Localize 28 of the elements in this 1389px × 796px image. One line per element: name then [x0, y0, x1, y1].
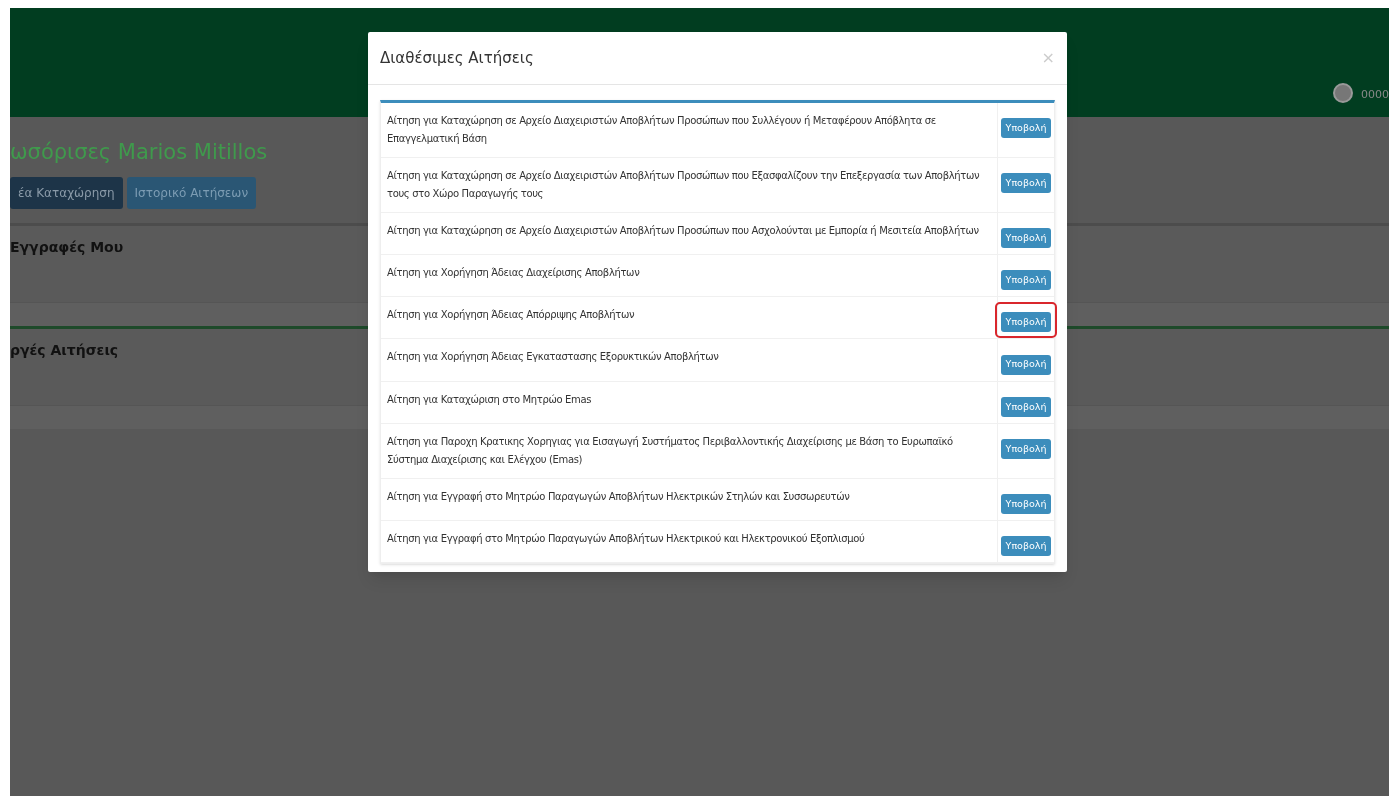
user-id: 0000 [1361, 86, 1389, 103]
request-name: Αίτηση για Καταχώρηση σε Αρχείο Διαχειριστών Αποβλήτων Προσώπων που Συλλέγουν ή Μεταφέρουν Απόβλητα σε Επαγγελματική Βάση [387, 114, 937, 146]
submit-button[interactable]: Υποβολή [1000, 535, 1052, 556]
request-name: Αίτηση για Εγγραφή στο Μητρώο Παραγωγών Αποβλήτων Ηλεκτρικών Στηλών και Συσσωρευτών [387, 489, 851, 504]
submit-button[interactable]: Υποβολή [1000, 354, 1052, 375]
request-name: Αίτηση για Εγγραφή στο Μητρώο Παραγωγών Αποβλήτων Ηλεκτρικού και Ηλεκτρονικού Εξοπλισμού [387, 531, 866, 546]
user-avatar-icon [1333, 83, 1353, 103]
request-name: Αίτηση για Καταχώρηση σε Αρχείο Διαχειριστών Αποβλήτων Προσώπων που Ασχολούνται με Εμπορία ή Μεσιτεία Αποβλήτων [387, 224, 980, 238]
submit-button[interactable]: Υποβολή [1000, 493, 1052, 514]
section-title: ργές Αιτήσεις [10, 341, 119, 359]
request-name: Αίτηση για Παροχη Κρατικης Χορηγιας για Εισαγωγή Συστήματος Περιβαλλοντικής Διαχείρισης με Βάση το Ευρωπαϊκό Σύστημα Διαχείρισης και Ελέγχου (Emas) [387, 434, 954, 467]
request-name: Αίτηση για Καταχώρηση σε Αρχείο Διαχειριστών Αποβλήτων Προσώπων που Εξασφαλίζουν την Επεξεργασία των Αποβλήτων τους στο Χώρο Παραγωγής τους [387, 169, 981, 201]
submit-button[interactable]: Υποβολή [1000, 173, 1052, 194]
request-name: Αίτηση για Καταχώριση στο Μητρώο Emas [387, 392, 593, 407]
section-title: Εγγραφές Μου [10, 238, 124, 256]
page-button[interactable]: Ιστορικό Αιτήσεων [126, 177, 257, 209]
page-button[interactable]: έα Καταχώρηση [10, 177, 123, 209]
request-name: Αίτηση για Χορήγηση Άδειας Εγκαταστασης Εξορυκτικών Αποβλήτων [387, 350, 720, 365]
request-name: Αίτηση για Χορήγηση Άδειας Διαχείρισης Αποβλήτων [387, 266, 641, 281]
submit-button[interactable]: Υποβολή [1000, 312, 1052, 333]
page-title: ωσόρισες Marios Mitillos [10, 139, 268, 166]
submit-button[interactable]: Υποβολή [1000, 118, 1052, 139]
submit-button[interactable]: Υποβολή [1000, 438, 1052, 459]
submit-button[interactable]: Υποβολή [1000, 228, 1052, 249]
modal-title: Διαθέσιμες Αιτήσεις [380, 47, 534, 69]
submit-button[interactable]: Υποβολή [1000, 270, 1052, 291]
request-name: Αίτηση για Χορήγηση Άδειας Απόρριψης Αποβλήτων [387, 308, 636, 323]
submit-button[interactable]: Υποβολή [1000, 396, 1052, 417]
